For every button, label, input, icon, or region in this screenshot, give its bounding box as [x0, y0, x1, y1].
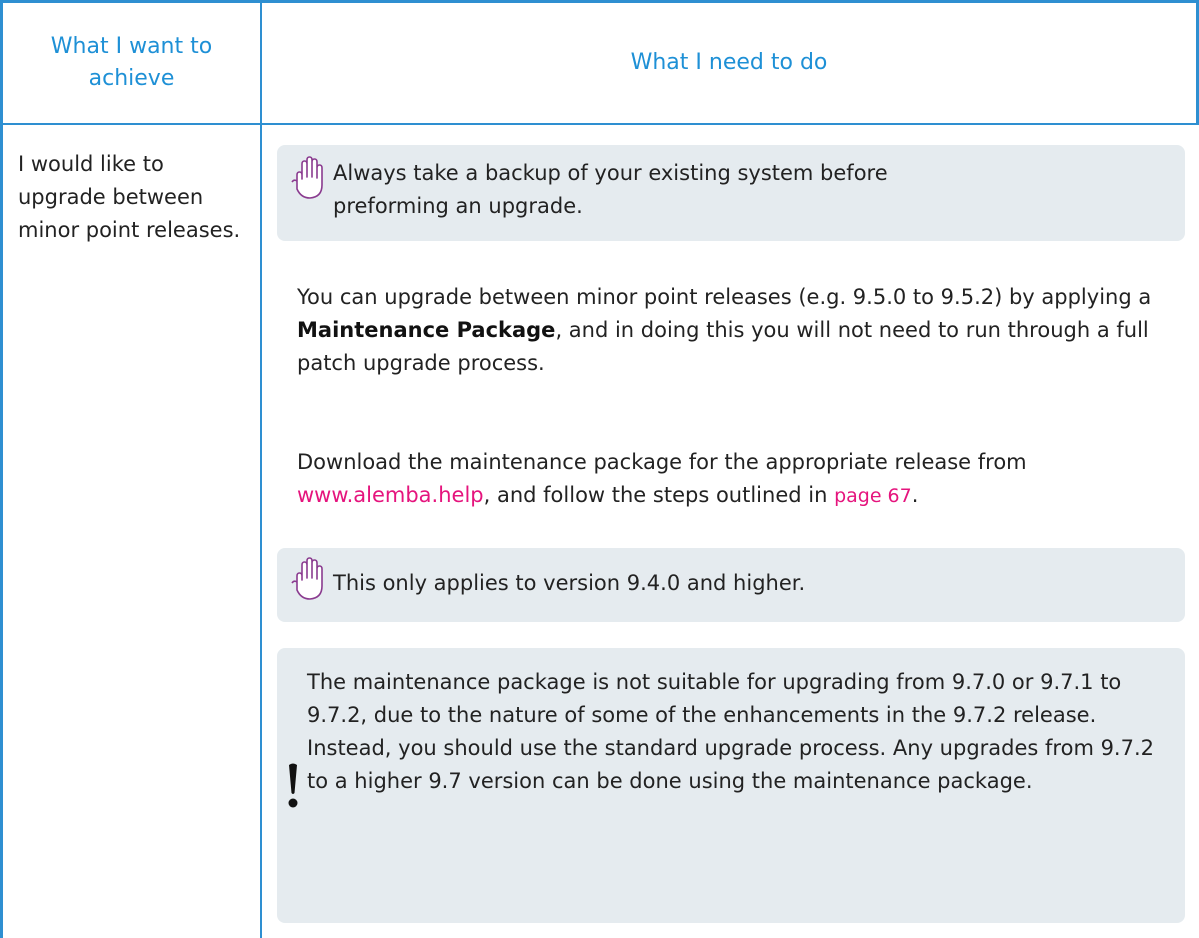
- maintenance-package-term: Maintenance Package: [297, 318, 556, 342]
- page-link[interactable]: page 67: [834, 485, 912, 507]
- download-paragraph: Download the maintenance package for the…: [297, 446, 1177, 513]
- para2-text-end: .: [911, 483, 919, 507]
- maintenance-paragraph: You can upgrade between minor point rele…: [297, 281, 1177, 380]
- note-version-text: This only applies to version 9.4.0 and h…: [333, 571, 806, 595]
- alemba-help-link[interactable]: www.alemba.help: [297, 483, 484, 507]
- goal-cell: I would like to upgrade between minor po…: [18, 152, 241, 242]
- table-border-left: [0, 0, 3, 938]
- note-backup: Always take a backup of your existing sy…: [277, 145, 1185, 241]
- hand-stop-icon: [291, 156, 323, 199]
- note-version: This only applies to version 9.4.0 and h…: [277, 548, 1185, 622]
- note-backup-text: Always take a backup of your existing sy…: [333, 161, 888, 218]
- exclamation-icon: [288, 763, 298, 808]
- column-divider: [260, 0, 262, 938]
- warning-text: The maintenance package is not suitable …: [307, 670, 1155, 793]
- hand-stop-icon: [291, 557, 323, 600]
- para2-text-middle: , and follow the steps outlined in: [483, 483, 835, 507]
- header-divider: [0, 123, 1199, 125]
- header-what-i-need: What I need to do: [630, 50, 828, 75]
- para1-text-start: You can upgrade between minor point rele…: [297, 285, 1152, 309]
- warning-box: The maintenance package is not suitable …: [277, 648, 1185, 923]
- upgrade-table: What I want to achieve What I need to do…: [0, 0, 1199, 938]
- header-what-i-want: What I want to achieve: [50, 34, 213, 91]
- para2-text-start: Download the maintenance package for the…: [297, 450, 1027, 474]
